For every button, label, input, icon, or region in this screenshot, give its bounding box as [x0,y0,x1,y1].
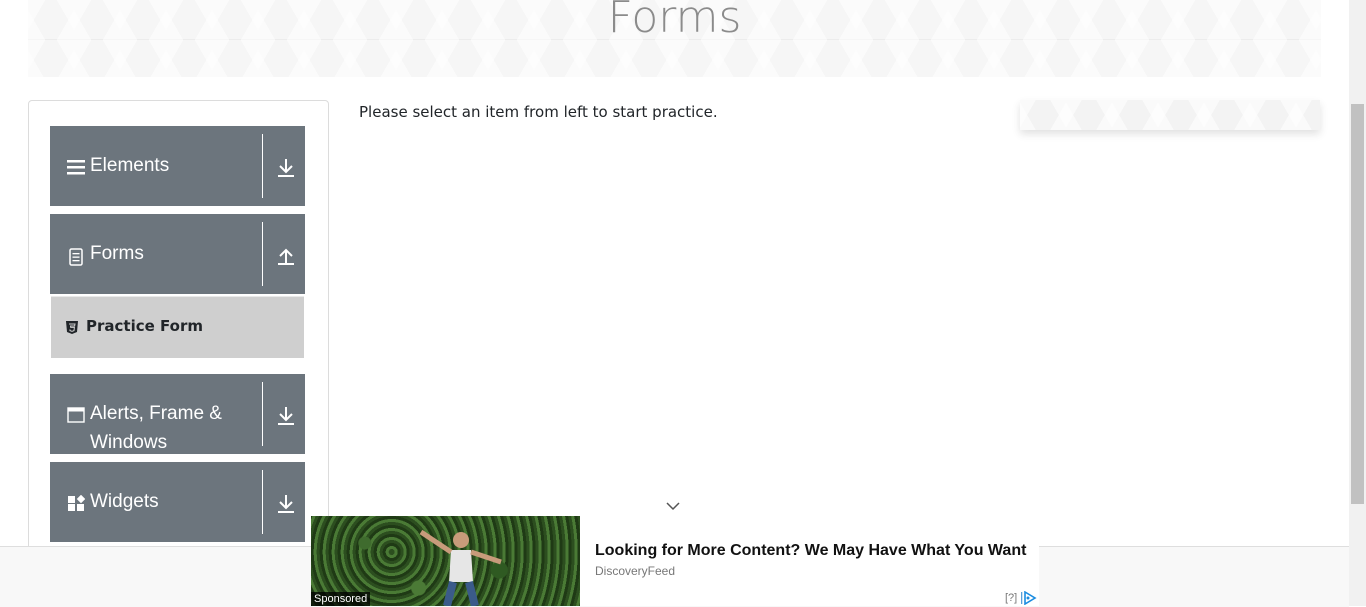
ad-image[interactable]: Sponsored [311,516,580,606]
left-sidebar: Elements Forms Practice Form Alerts, Fra… [28,100,329,572]
document-icon [69,248,83,266]
html5-shield-icon [66,321,78,334]
window-icon [67,407,85,423]
page-banner: Forms [28,0,1321,77]
ad-headline[interactable]: Looking for More Content? We May Have Wh… [595,542,1026,560]
sponsored-ad[interactable]: Sponsored Looking for More Content? We M… [311,516,1039,606]
sidebar-group-label: Forms [90,243,144,264]
adchoices-icon[interactable] [1021,591,1037,605]
ad-help-link[interactable]: [?] [1005,592,1017,604]
expand-icon[interactable] [276,405,296,427]
divider [262,470,263,534]
scrollbar-thumb[interactable] [1351,104,1364,504]
page-title: Forms [607,0,742,43]
sidebar-group-elements[interactable]: Elements [50,126,305,206]
sidebar-item-label: Practice Form [86,317,203,335]
expand-icon[interactable] [276,493,296,515]
divider [262,222,263,286]
sidebar-group-alerts-frame-windows[interactable]: Alerts, Frame & Windows [50,374,305,454]
expand-icon[interactable] [276,157,296,179]
main-prompt-text: Please select an item from left to start… [359,103,718,121]
page-scrollbar[interactable] [1349,0,1366,606]
sponsored-label: Sponsored [311,592,371,606]
ad-placeholder [1020,100,1320,130]
divider [262,382,263,446]
sidebar-group-label-line2: Windows [90,432,168,453]
widgets-icon [68,495,85,511]
sidebar-group-label: Widgets [90,491,159,512]
sidebar-group-widgets[interactable]: Widgets [50,462,305,542]
hamburger-icon [67,160,85,175]
sidebar-group-label: Alerts, Frame & [90,403,222,424]
person-jumping-image [419,529,502,606]
collapse-icon[interactable] [276,245,296,267]
chevron-down-icon[interactable] [665,500,681,512]
divider [262,134,263,198]
sidebar-group-label: Elements [90,155,170,176]
sidebar-item-practice-form[interactable]: Practice Form [51,296,304,358]
ad-source[interactable]: DiscoveryFeed [595,564,675,578]
sidebar-group-forms[interactable]: Forms [50,214,305,294]
